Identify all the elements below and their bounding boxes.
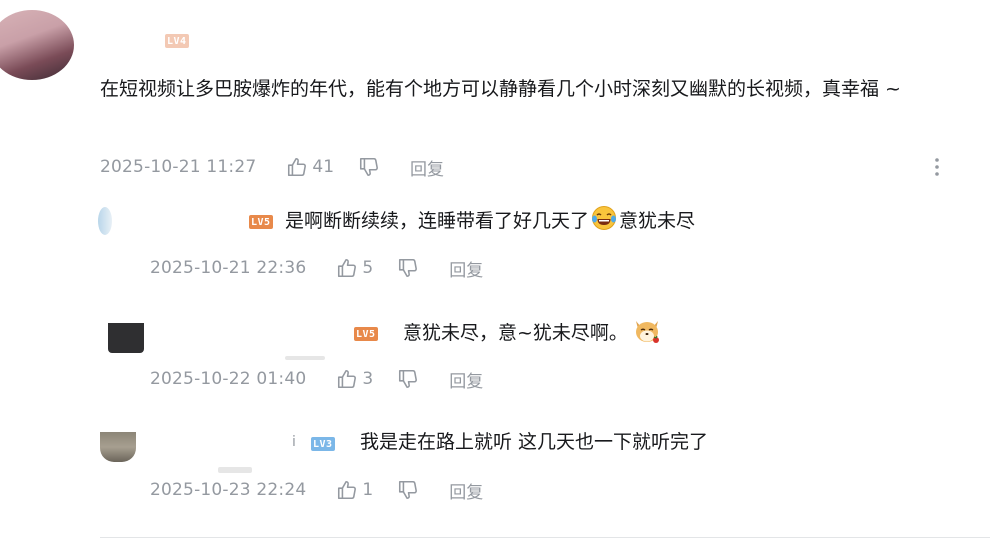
like-count: 5 <box>362 258 374 278</box>
reply-text: 意犹未尽，意~犹未尽啊。 <box>403 315 662 350</box>
username-fragment: i <box>292 434 296 450</box>
reply-button[interactable]: 回复 <box>449 367 483 392</box>
level-badge: LV5 <box>354 327 378 341</box>
like-icon[interactable] <box>336 257 358 279</box>
more-vertical-icon[interactable] <box>934 157 940 177</box>
like-count: 3 <box>362 369 374 389</box>
reply-time: 2025-10-22 01:40 <box>150 369 307 389</box>
reply-avatar[interactable] <box>108 323 144 353</box>
reply-meta: 2025-10-22 01:40 3 回复 <box>150 367 483 392</box>
dislike-icon[interactable] <box>397 368 419 390</box>
avatar[interactable] <box>0 10 74 80</box>
dislike-icon[interactable] <box>358 156 380 178</box>
level-badge: LV4 <box>165 34 189 48</box>
divider <box>100 537 990 538</box>
laughing-tears-emoji <box>591 205 617 231</box>
reply-text: 是啊断断续续，连睡带看了好几天了 意犹未尽 <box>285 204 695 238</box>
dislike-icon[interactable] <box>397 257 419 279</box>
shiba-dog-emoji <box>632 315 662 345</box>
reply-meta: 2025-10-23 22:24 1 回复 <box>150 478 483 503</box>
reply-avatar[interactable] <box>100 432 136 462</box>
reply-button[interactable]: 回复 <box>449 478 483 503</box>
reply-time: 2025-10-21 22:36 <box>150 258 307 278</box>
reply-text: 我是走在路上就听 这几天也一下就听完了 <box>360 431 709 453</box>
reply-button[interactable]: 回复 <box>410 155 444 180</box>
level-badge: LV3 <box>311 437 335 451</box>
dislike-icon[interactable] <box>397 479 419 501</box>
reply-button[interactable]: 回复 <box>449 256 483 281</box>
comment-text: 在短视频让多巴胺爆炸的年代，能有个地方可以静静看几个小时深刻又幽默的长视频，真幸… <box>100 78 901 100</box>
like-icon[interactable] <box>286 156 308 178</box>
like-icon[interactable] <box>336 479 358 501</box>
comment-meta: 2025-10-21 11:27 41 回复 <box>100 155 960 180</box>
like-count: 41 <box>312 157 335 177</box>
level-badge: LV5 <box>249 215 273 229</box>
like-count: 1 <box>362 480 374 500</box>
reply-meta: 2025-10-21 22:36 5 回复 <box>150 256 483 281</box>
reply-time: 2025-10-23 22:24 <box>150 480 307 500</box>
comment-time: 2025-10-21 11:27 <box>100 157 257 177</box>
name-blur-divider <box>285 356 325 360</box>
like-icon[interactable] <box>336 368 358 390</box>
reply-avatar[interactable] <box>98 207 112 235</box>
name-blur-divider <box>218 467 252 473</box>
